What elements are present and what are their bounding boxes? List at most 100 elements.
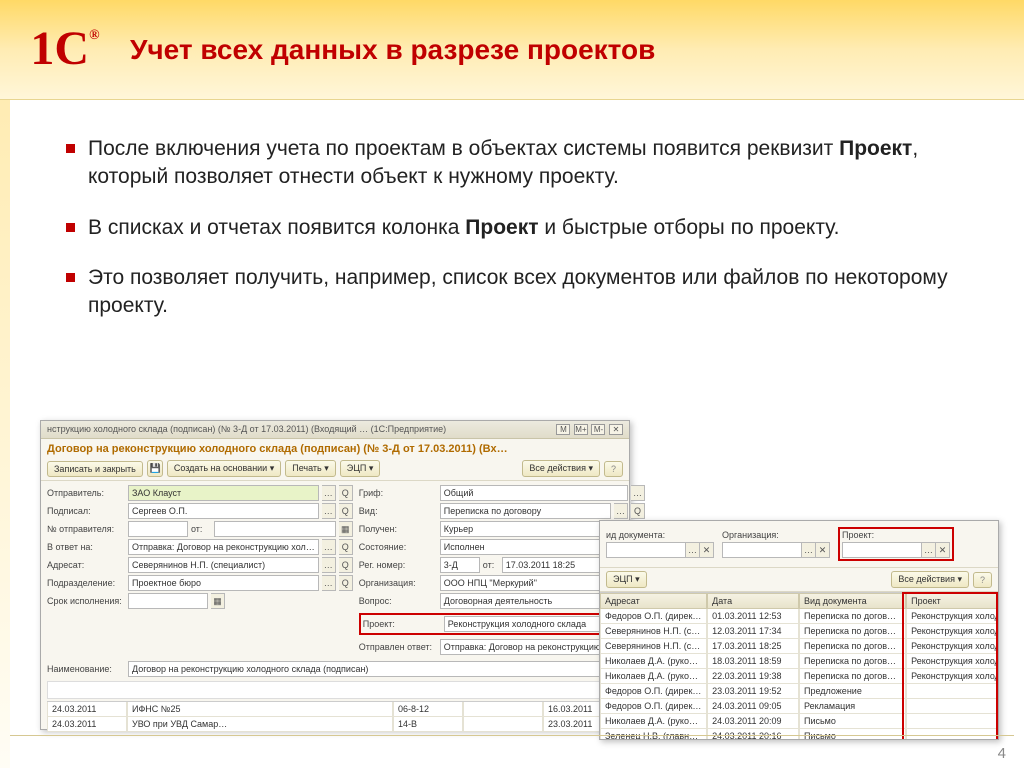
vid-label: Вид: <box>359 506 437 516</box>
lookup-q-icon[interactable]: Q <box>339 485 353 501</box>
filter-project-input[interactable] <box>842 542 922 558</box>
lookup-q-icon[interactable]: Q <box>339 575 353 591</box>
reply-input[interactable]: Отправка: Договор на реконструкцию хол… <box>128 539 319 555</box>
window-list: ид документа:…✕ Организация:…✕ Проект:…✕… <box>599 520 999 740</box>
window-document-card: нструкцию холодного склада (подписан) (№… <box>40 420 630 730</box>
filter-project-highlight: Проект: …✕ <box>838 527 954 561</box>
cell: ИФНС №25 <box>127 702 393 717</box>
cell: 01.03.2011 12:53 <box>707 609 799 624</box>
due-input[interactable] <box>128 593 208 609</box>
cell: Переписка по догов… <box>799 609 906 624</box>
calendar-icon[interactable]: ▦ <box>211 593 225 609</box>
m-plus-icon[interactable]: M+ <box>574 424 588 435</box>
filter-org-input[interactable] <box>722 542 802 558</box>
cell: 06-8-12 <box>393 702 463 717</box>
toolbar: Записать и закрыть 💾 Создать на основани… <box>41 457 629 481</box>
project-input[interactable]: Реконструкция холодного склада <box>444 616 607 632</box>
cell: 24.03.2011 <box>47 702 127 717</box>
question-label: Вопрос: <box>359 596 437 606</box>
save-close-button[interactable]: Записать и закрыть <box>47 461 143 477</box>
lookup-icon[interactable]: … <box>631 485 645 501</box>
received-label: Получен: <box>359 524 437 534</box>
lookup-icon[interactable]: … <box>802 542 816 558</box>
question-input[interactable]: Договорная деятельность <box>440 593 611 609</box>
grif-input[interactable]: Общий <box>440 485 628 501</box>
ecp-button[interactable]: ЭЦП ▾ <box>606 571 647 588</box>
logo: 1С® <box>0 30 130 68</box>
clear-icon[interactable]: ✕ <box>816 542 830 558</box>
lookup-icon[interactable]: … <box>322 485 336 501</box>
lookup-icon[interactable]: … <box>322 575 336 591</box>
cell: Реконструкция холод… <box>906 654 998 669</box>
cell: УВО при УВД Самар… <box>127 717 393 732</box>
lookup-icon[interactable]: … <box>614 503 628 519</box>
cell: Северянинов Н.П. (с… <box>600 639 707 654</box>
lookup-icon[interactable]: … <box>686 542 700 558</box>
print-button[interactable]: Печать ▾ <box>285 460 336 477</box>
org-label: Организация: <box>359 578 437 588</box>
sender-no-input[interactable] <box>128 521 188 537</box>
cell: Реконструкция холод… <box>906 624 998 639</box>
text-area[interactable] <box>47 681 623 699</box>
org-input[interactable]: ООО НПЦ "Меркурий" <box>440 575 611 591</box>
name-label: Наименование: <box>47 664 125 674</box>
clear-icon[interactable]: ✕ <box>936 542 950 558</box>
cell: 23.03.2011 19:52 <box>707 684 799 699</box>
logo-text: 1С <box>30 22 89 75</box>
help-icon[interactable]: ? <box>604 461 623 477</box>
cell: Рекламация <box>799 699 906 714</box>
cell: Николаев Д.А. (руко… <box>600 714 707 729</box>
col-header[interactable]: Адресат <box>600 593 707 609</box>
ecp-button[interactable]: ЭЦП ▾ <box>340 460 381 477</box>
all-actions-button[interactable]: Все действия ▾ <box>522 460 600 477</box>
lookup-icon[interactable]: … <box>922 542 936 558</box>
name-input[interactable]: Договор на реконструкцию холодного склад… <box>128 661 623 677</box>
signed-input[interactable]: Сергеев О.П. <box>128 503 319 519</box>
cell: 24.03.2011 <box>47 717 127 732</box>
col-header[interactable]: Вид документа <box>799 593 906 609</box>
due-label: Срок исполнения: <box>47 596 125 606</box>
cell: Предложение <box>799 684 906 699</box>
cell <box>463 702 543 717</box>
addressee-input[interactable]: Северянинов Н.П. (специалист) <box>128 557 319 573</box>
clear-icon[interactable]: ✕ <box>700 542 714 558</box>
col-header[interactable]: Проект <box>906 593 998 609</box>
bullet-list: После включения учета по проектам в объе… <box>60 135 964 321</box>
regno-input[interactable]: 3-Д <box>440 557 480 573</box>
vid-input[interactable]: Переписка по договору <box>440 503 611 519</box>
cell <box>906 714 998 729</box>
cell: 22.03.2011 19:38 <box>707 669 799 684</box>
cell: Федоров О.П. (дирек… <box>600 684 707 699</box>
from-date-input[interactable] <box>214 521 336 537</box>
lookup-q-icon[interactable]: Q <box>631 503 645 519</box>
cell <box>906 684 998 699</box>
addressee-label: Адресат: <box>47 560 125 570</box>
create-based-button[interactable]: Создать на основании ▾ <box>167 460 281 477</box>
lookup-q-icon[interactable]: Q <box>339 557 353 573</box>
lookup-icon[interactable]: … <box>322 539 336 555</box>
lookup-icon[interactable]: … <box>322 503 336 519</box>
lookup-q-icon[interactable]: Q <box>339 539 353 555</box>
m-icon[interactable]: M <box>556 424 570 435</box>
close-icon[interactable]: ✕ <box>609 424 623 435</box>
filter-project-label: Проект: <box>842 530 950 540</box>
sender-label: Отправитель: <box>47 488 125 498</box>
filters-bar: ид документа:…✕ Организация:…✕ Проект:…✕ <box>600 521 998 568</box>
division-input[interactable]: Проектное бюро <box>128 575 319 591</box>
titlebar: нструкцию холодного склада (подписан) (№… <box>41 421 629 439</box>
cell: Реконструкция холод… <box>906 639 998 654</box>
m-minus-icon[interactable]: M- <box>591 424 605 435</box>
filter-vid-input[interactable] <box>606 542 686 558</box>
slide-title: Учет всех данных в разрезе проектов <box>130 33 655 67</box>
from-label: от: <box>191 524 211 534</box>
col-header[interactable]: Дата <box>707 593 799 609</box>
lookup-q-icon[interactable]: Q <box>339 503 353 519</box>
lookup-icon[interactable]: … <box>322 557 336 573</box>
all-actions-button[interactable]: Все действия ▾ <box>891 571 969 588</box>
help-icon[interactable]: ? <box>973 572 992 588</box>
sender-input[interactable]: ЗАО Клауст <box>128 485 319 501</box>
project-label: Проект: <box>363 619 441 629</box>
save-icon[interactable]: 💾 <box>147 460 163 477</box>
calendar-icon[interactable]: ▦ <box>339 521 353 537</box>
cell: 17.03.2011 18:25 <box>707 639 799 654</box>
